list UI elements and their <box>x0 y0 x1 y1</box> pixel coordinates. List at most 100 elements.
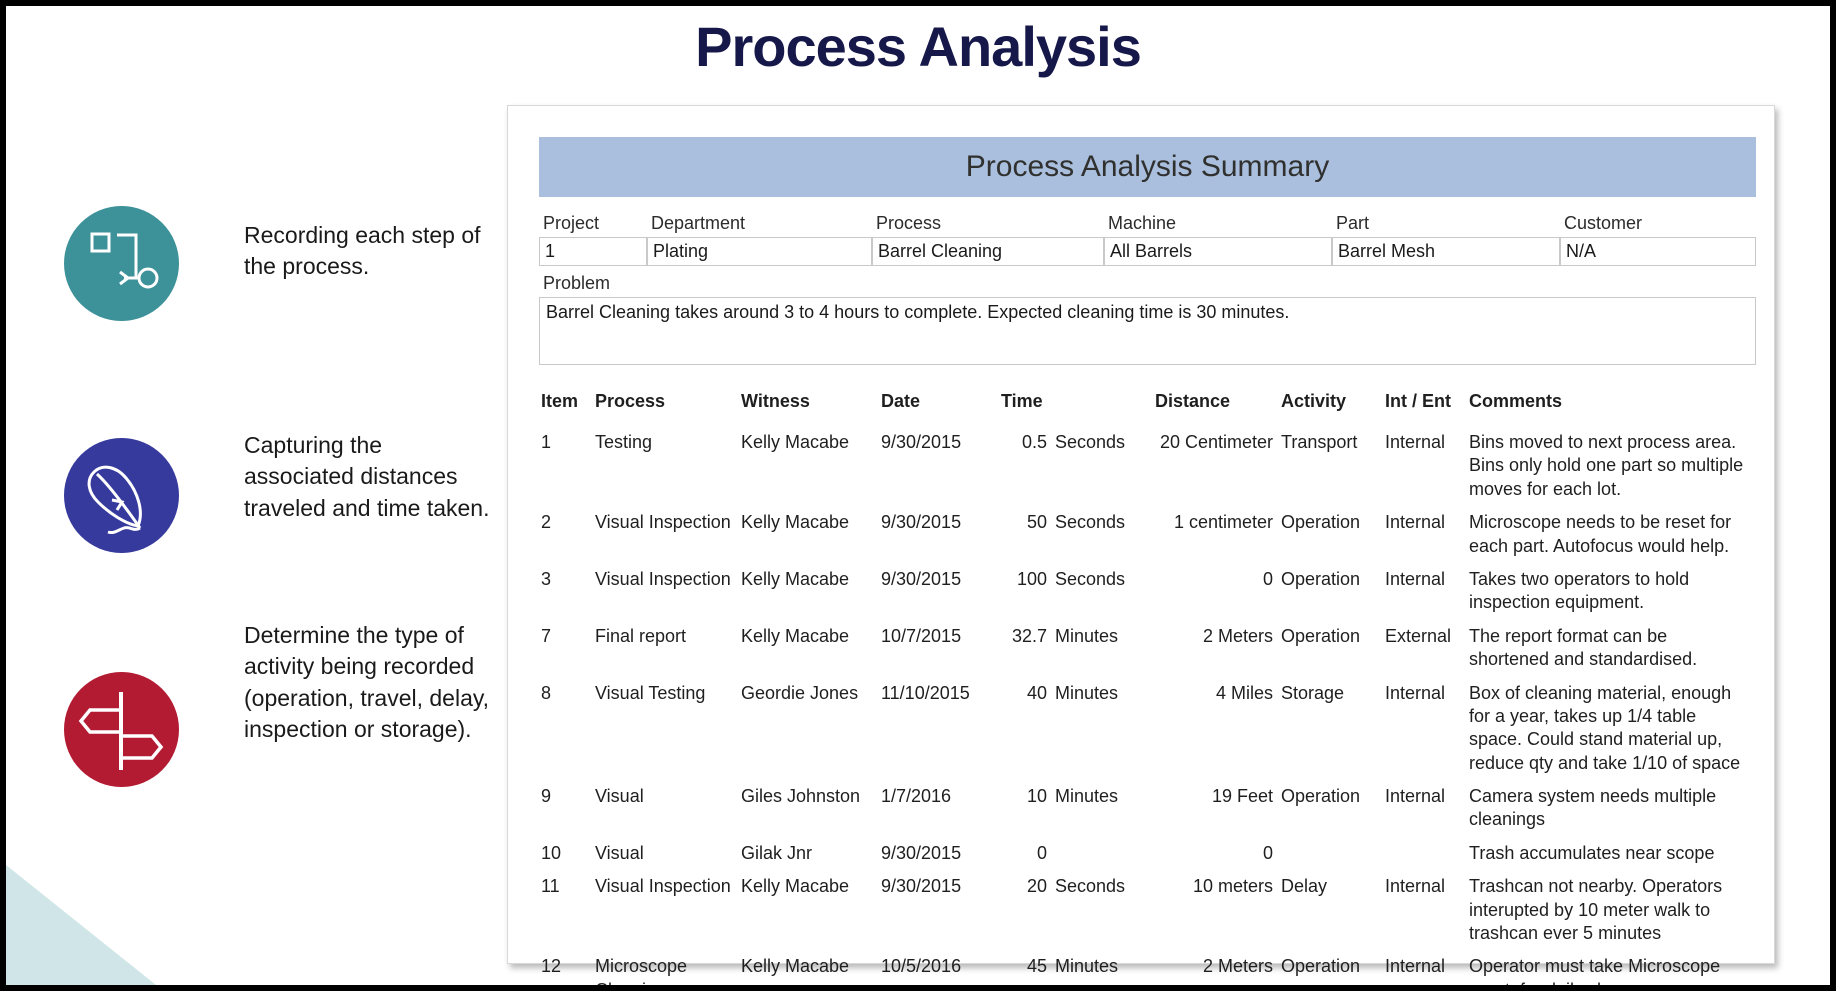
process-steps-table: Item Process Witness Date Time Distance … <box>539 391 1756 985</box>
cell-time-unit: Minutes <box>1055 956 1119 977</box>
cell-time-unit: Minutes <box>1055 682 1119 703</box>
cell-date: 9/30/2015 <box>881 842 962 863</box>
cell-witness: Kelly Macabe <box>741 512 850 533</box>
cell-time-unit: Seconds <box>1055 568 1126 589</box>
cell-comments: Box of cleaning material, enough for a y… <box>1469 682 1741 773</box>
meta-label-project: Project <box>543 213 600 233</box>
cell-time-value: 10 <box>1026 786 1047 807</box>
cell-item: 10 <box>541 842 562 863</box>
cell-distance: 1 centimeter <box>1173 512 1273 533</box>
col-header-time: Time <box>1001 391 1043 411</box>
meta-label-process: Process <box>876 213 942 233</box>
cell-distance: 0 <box>1262 842 1273 863</box>
col-header-comments: Comments <box>1469 391 1563 411</box>
table-row: 1 Testing Kelly Macabe 9/30/2015 0.5 Seconds 2… <box>539 426 1756 506</box>
cell-item: 11 <box>541 876 560 897</box>
meta-field-process[interactable]: Barrel Cleaning <box>872 237 1104 266</box>
cell-time-unit <box>1053 837 1153 870</box>
document-banner-title: Process Analysis Summary <box>539 137 1756 197</box>
cell-activity: Transport <box>1281 432 1358 452</box>
cell-process: Final report <box>595 625 687 646</box>
cell-process: Testing <box>595 432 653 452</box>
cell-date: 11/10/2015 <box>881 682 970 703</box>
cell-activity: Delay <box>1281 876 1328 897</box>
table-row: 10 Visual Gilak Jnr 9/30/2015 0 0 Trash accumu… <box>539 837 1756 870</box>
cell-time-value: 100 <box>1016 568 1047 589</box>
table-row: 9 Visual Giles Johnston 1/7/2016 10 Minutes 19… <box>539 780 1756 837</box>
cell-witness: Geordie Jones <box>741 682 859 703</box>
cell-comments: Microscope needs to be reset for each pa… <box>1469 512 1732 556</box>
cell-witness: Kelly Macabe <box>741 568 850 589</box>
cell-process: Visual Inspection <box>595 512 731 533</box>
meta-label-customer: Customer <box>1564 213 1643 233</box>
cell-comments: Bins moved to next process area. Bins on… <box>1469 432 1744 499</box>
cell-time-value: 0.5 <box>1021 432 1047 452</box>
cell-distance: 2 Meters <box>1202 625 1273 646</box>
table-row: 12 Microscope Cleaning Kelly Macabe 10/5/20… <box>539 950 1756 985</box>
cell-activity: Operation <box>1281 786 1361 807</box>
cell-comments: Trash accumulates near scope <box>1469 842 1715 863</box>
cell-witness: Kelly Macabe <box>741 625 850 646</box>
col-header-int-ent: Int / Ent <box>1385 391 1451 411</box>
cell-process: Visual Testing <box>595 682 706 703</box>
cell-int-ent: External <box>1385 625 1452 646</box>
cell-int-ent: Internal <box>1385 512 1446 533</box>
cell-date: 9/30/2015 <box>881 432 962 452</box>
cell-date: 10/5/2016 <box>881 956 962 977</box>
cell-time-unit: Minutes <box>1055 786 1119 807</box>
cell-comments: Takes two operators to hold inspection e… <box>1469 568 1690 613</box>
cell-int-ent: Internal <box>1385 432 1446 452</box>
cell-item: 1 <box>541 432 552 452</box>
col-header-distance: Distance <box>1155 391 1231 411</box>
cell-time-unit: Seconds <box>1055 876 1126 897</box>
cell-witness: Kelly Macabe <box>741 432 850 452</box>
cell-comments: Camera system needs multiple cleanings <box>1469 786 1717 830</box>
col-header-item: Item <box>541 391 579 411</box>
signpost-icon <box>64 672 179 787</box>
cell-activity: Operation <box>1281 956 1361 977</box>
meta-value-row: 1 Plating Barrel Cleaning All Barrels Ba… <box>539 237 1756 266</box>
meta-field-machine[interactable]: All Barrels <box>1104 237 1332 266</box>
cell-witness: Giles Johnston <box>741 786 861 807</box>
cell-process: Visual Inspection <box>595 876 731 897</box>
cell-item: 3 <box>541 568 552 589</box>
decorative-corner-triangle <box>6 865 156 985</box>
meta-field-customer[interactable]: N/A <box>1560 237 1756 266</box>
problem-field[interactable]: Barrel Cleaning takes around 3 to 4 hour… <box>539 297 1756 365</box>
cell-distance: 2 Meters <box>1202 956 1273 977</box>
cell-activity: Operation <box>1281 625 1361 646</box>
table-body: 1 Testing Kelly Macabe 9/30/2015 0.5 Seconds 2… <box>539 426 1756 985</box>
cell-witness: Kelly Macabe <box>741 956 850 977</box>
cell-int-ent: Internal <box>1385 786 1446 807</box>
cell-distance: 20 Centimeter <box>1159 432 1273 452</box>
cell-item: 2 <box>541 512 552 533</box>
cell-distance: 0 <box>1262 568 1273 589</box>
cell-time-value: 20 <box>1026 876 1047 897</box>
meta-field-project[interactable]: 1 <box>539 237 647 266</box>
cell-time-value: 0 <box>1036 842 1047 863</box>
cell-time-unit: Minutes <box>1055 625 1119 646</box>
cell-comments: The report format can be shortened and s… <box>1469 625 1698 670</box>
cell-process: Visual Inspection <box>595 568 731 589</box>
meta-label-row: Project Department Process Machine Part … <box>539 211 1756 237</box>
cell-comments: Operator must take Microscope apart, for… <box>1469 956 1721 985</box>
cell-int-ent: Internal <box>1385 568 1446 589</box>
cell-activity: Operation <box>1281 512 1361 533</box>
table-header-row: Item Process Witness Date Time Distance … <box>539 391 1756 426</box>
meta-field-department[interactable]: Plating <box>647 237 872 266</box>
table-row: 11 Visual Inspection Kelly Macabe 9/30/2015… <box>539 870 1756 950</box>
meta-field-part[interactable]: Barrel Mesh <box>1332 237 1560 266</box>
cell-date: 10/7/2015 <box>881 625 962 646</box>
cell-date: 9/30/2015 <box>881 876 962 897</box>
bullet-item-label: Capturing the associated distances trave… <box>244 432 490 521</box>
cell-time-value: 45 <box>1026 956 1047 977</box>
cell-time-value: 40 <box>1026 682 1047 703</box>
col-header-date: Date <box>881 391 921 411</box>
meta-label-part: Part <box>1336 213 1370 233</box>
page-title: Process Analysis <box>695 15 1142 78</box>
table-row: 8 Visual Testing Geordie Jones 11/10/2015 40… <box>539 677 1756 781</box>
cell-distance: 10 meters <box>1192 876 1273 897</box>
bullet-item-label: Recording each step of the process. <box>244 222 481 280</box>
cell-process: Visual <box>595 786 644 807</box>
cell-activity: Storage <box>1281 682 1345 703</box>
